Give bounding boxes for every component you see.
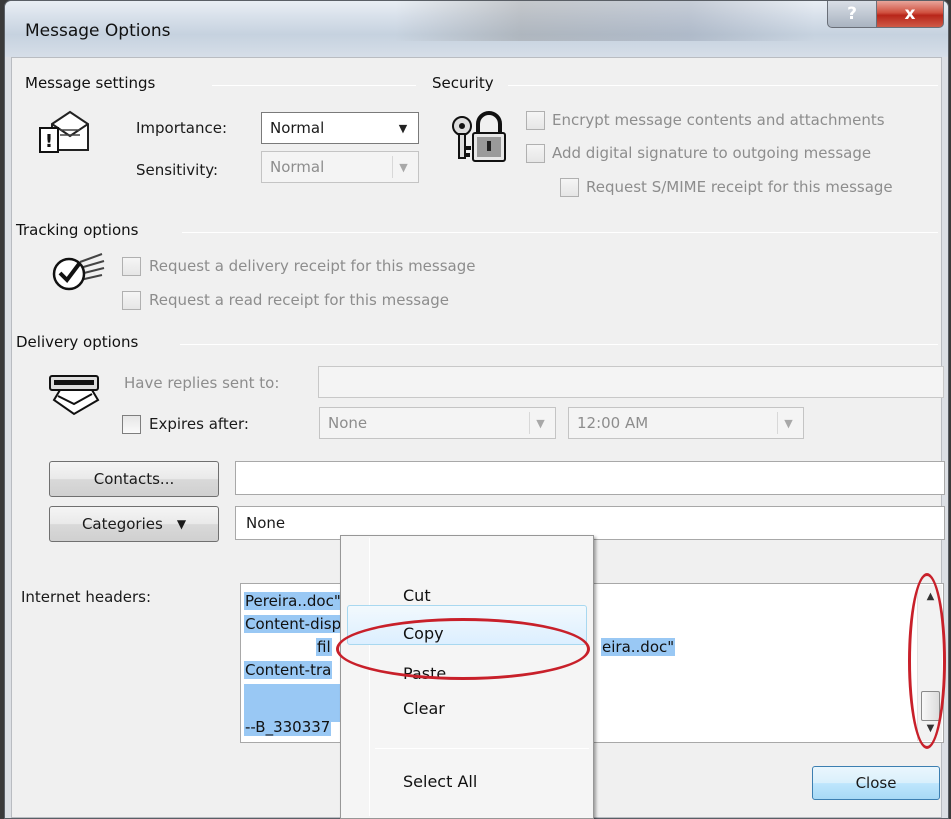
encrypt-label: Encrypt message contents and attachments [552,111,885,129]
importance-value: Normal [270,119,325,137]
header-line: --B_330337 [244,718,332,736]
importance-dropdown[interactable]: Normal ▼ [261,112,419,144]
title-bar[interactable]: Message Options ? x [5,1,948,57]
context-menu-copy[interactable]: Copy [403,624,444,643]
expires-time-dropdown[interactable]: 12:00 AM ▼ [568,407,804,439]
security-separator [508,85,938,86]
encrypt-checkbox[interactable] [526,111,545,130]
security-lock-icon [446,108,510,166]
internet-headers-label: Internet headers: [21,588,152,606]
header-line: Content-tra [244,661,333,679]
categories-button-label: Categories [81,515,163,533]
message-settings-group-label: Message settings [25,74,156,92]
contacts-button[interactable]: Contacts... [49,461,219,497]
expires-after-label: Expires after: [149,415,249,433]
message-options-window: Message Options ? x Message settings ! I… [4,0,949,819]
chevron-down-icon: ▼ [777,412,799,434]
scroll-down-icon[interactable]: ▼ [918,723,943,739]
contacts-button-label: Contacts... [93,470,175,488]
expires-after-checkbox[interactable] [122,415,141,434]
headers-scrollbar[interactable]: ▲ ▼ [917,585,942,741]
chevron-down-icon: ▼ [392,156,414,178]
window-close-button[interactable]: x [876,1,944,28]
context-menu-highlight [347,605,587,645]
chevron-down-icon: ▼ [398,121,408,135]
close-icon: x [904,4,916,24]
context-menu-clear[interactable]: Clear [403,699,445,718]
context-menu-paste[interactable]: Paste [403,664,446,683]
sensitivity-value: Normal [270,158,325,176]
context-menu-cut[interactable]: Cut [403,586,431,605]
digital-signature-label: Add digital signature to outgoing messag… [552,144,872,162]
tracking-separator [182,232,938,233]
context-menu-gutter [369,538,370,816]
scrollbar-thumb[interactable] [921,691,940,721]
context-menu-separator [375,748,589,749]
smime-receipt-checkbox[interactable] [560,178,579,197]
delivery-separator [180,344,938,345]
window-title: Message Options [25,21,171,41]
security-group-label: Security [432,74,494,92]
delivery-envelope-icon [48,370,108,416]
expires-date-value: None [328,414,368,432]
sensitivity-dropdown[interactable]: Normal ▼ [261,151,419,183]
replies-sent-to-label: Have replies sent to: [124,374,280,392]
close-button[interactable]: Close [812,766,940,800]
expires-date-dropdown[interactable]: None ▼ [319,407,556,439]
scroll-up-icon[interactable]: ▲ [918,591,943,607]
message-importance-icon: ! [38,106,96,156]
smime-receipt-label: Request S/MIME receipt for this message [586,178,893,196]
delivery-options-group-label: Delivery options [16,333,139,351]
header-line: Pereira..doc" [244,592,342,610]
expires-time-value: 12:00 AM [577,414,649,432]
title-bar-background-blur [395,1,815,41]
close-button-label: Close [855,774,897,792]
contacts-input[interactable] [235,461,945,495]
help-icon: ? [847,4,857,24]
read-receipt-label: Request a read receipt for this message [149,291,450,309]
header-line: Content-disp [244,615,343,633]
read-receipt-checkbox[interactable] [122,291,141,310]
importance-label: Importance: [136,119,228,137]
context-menu: Cut Copy Paste Clear Select All [340,535,594,819]
tracking-checkmark-icon [50,248,108,294]
svg-text:!: ! [45,131,53,152]
categories-button[interactable]: Categories ▼ [49,506,219,542]
header-line: eira..doc" [601,638,676,656]
help-button[interactable]: ? [827,1,877,28]
replies-sent-to-input[interactable] [318,366,944,398]
delivery-receipt-checkbox[interactable] [122,257,141,276]
chevron-down-icon: ▼ [176,517,187,531]
sensitivity-label: Sensitivity: [136,161,219,179]
context-menu-select-all[interactable]: Select All [403,772,477,791]
delivery-receipt-label: Request a delivery receipt for this mess… [149,257,476,275]
tracking-options-group-label: Tracking options [16,221,139,239]
categories-value: None [246,514,286,532]
header-line: fil [316,638,332,656]
message-settings-separator [212,85,416,86]
header-line [244,684,350,722]
chevron-down-icon: ▼ [529,412,551,434]
digital-signature-checkbox[interactable] [526,144,545,163]
